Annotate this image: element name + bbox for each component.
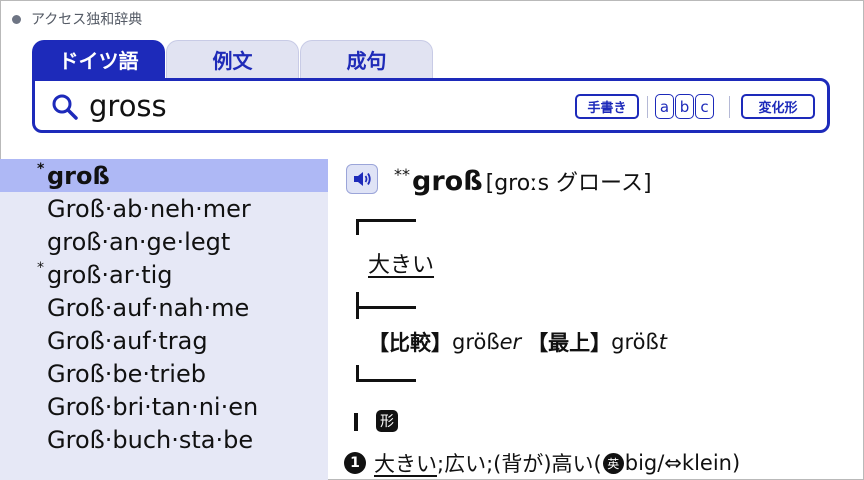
speaker-icon [354, 172, 371, 186]
important-mark: * [37, 161, 45, 177]
tab-idioms[interactable]: 成句 [300, 40, 433, 78]
title-dot-icon [12, 14, 21, 24]
list-item-label: Groß·buch·sta·be [47, 425, 254, 454]
list-item[interactable]: Groß·be·trieb [0, 357, 328, 390]
section-bar [354, 413, 358, 431]
inflection-forms: 【比較】 größ er 【最上】 größ t [368, 327, 667, 357]
comparative-ending: er [499, 330, 522, 354]
list-item[interactable]: groß·an·ge·legt [0, 225, 328, 258]
app-title: アクセス独和辞典 [31, 12, 143, 28]
list-item-label: Groß·bri·tan·ni·en [47, 392, 259, 421]
entry-headline: ** groß [groːs グロース] [394, 165, 652, 197]
importance-mark: ** [394, 165, 410, 184]
english-badge-icon: 英 [602, 452, 624, 474]
bracket-line [356, 292, 416, 309]
abc-key-b: b [675, 94, 694, 119]
part-of-speech-tag: 形 [376, 410, 398, 432]
tab-examples[interactable]: 例文 [166, 40, 299, 78]
list-item[interactable]: * groß [0, 159, 328, 192]
abc-key-c: c [695, 94, 714, 119]
divider [647, 96, 648, 118]
abc-key-button[interactable]: a b c [655, 94, 715, 119]
list-item[interactable]: * groß·ar·tig [0, 258, 328, 291]
list-item[interactable]: Groß·buch·sta·be [0, 423, 328, 456]
list-item-label: Groß·be·trieb [47, 359, 206, 388]
bracket-line [356, 365, 416, 382]
list-item-label: Groß·ab·neh·mer [47, 194, 251, 223]
search-icon[interactable] [51, 93, 79, 121]
list-item-label: groß [47, 161, 110, 190]
headword: groß [412, 166, 483, 197]
tab-german[interactable]: ドイツ語 [32, 40, 165, 78]
list-item-label: groß·an·ge·legt [47, 227, 231, 256]
word-list: * groß Groß·ab·neh·mer groß·an·ge·legt *… [0, 159, 328, 480]
antonym-arrow: /⇔ [657, 451, 682, 475]
list-item[interactable]: Groß·ab·neh·mer [0, 192, 328, 225]
superlative-stem: größ [611, 330, 659, 354]
list-item[interactable]: Groß·bri·tan·ni·en [0, 390, 328, 423]
pronunciation: [groːs グロース] [485, 171, 652, 196]
definition-link[interactable]: 大きい [374, 448, 437, 478]
superlative-ending: t [658, 330, 667, 354]
list-item-label: groß·ar·tig [47, 260, 173, 289]
title-bar: アクセス独和辞典 [12, 9, 142, 29]
abc-key-a: a [655, 94, 674, 119]
english-equivalent: big [624, 451, 658, 475]
antonym: klein) [681, 451, 741, 475]
handwriting-button[interactable]: 手書き [575, 94, 639, 119]
list-item-label: Groß·auf·nah·me [47, 293, 250, 322]
speaker-button[interactable] [346, 164, 378, 194]
superlative-label: 【最上】 [527, 331, 612, 355]
comparative-stem: größ [452, 330, 500, 354]
list-item[interactable]: Groß·auf·nah·me [0, 291, 328, 324]
divider [729, 96, 730, 118]
definition-text: ;広い;(背が)高い( [437, 452, 602, 476]
important-mark: * [37, 260, 44, 276]
search-input[interactable] [89, 87, 529, 125]
comparative-label: 【比較】 [368, 331, 452, 355]
meaning-summary[interactable]: 大きい [368, 247, 434, 279]
definition-line: 1 大きい ;広い;(背が)高い( 英 big /⇔ klein) [344, 448, 740, 478]
entry-pane: ** groß [groːs グロース] 大きい 【比較】 größ er 【最… [344, 159, 854, 480]
sense-number-icon: 1 [344, 452, 366, 474]
tab-bar: ドイツ語 例文 成句 [32, 40, 434, 78]
list-item[interactable]: Groß·auf·trag [0, 324, 328, 357]
conjugation-button[interactable]: 変化形 [741, 94, 815, 119]
list-item-label: Groß·auf·trag [47, 326, 208, 355]
bracket-line [356, 219, 416, 235]
bracket-line [356, 309, 359, 319]
search-box: 手書き a b c 変化形 [32, 78, 830, 133]
